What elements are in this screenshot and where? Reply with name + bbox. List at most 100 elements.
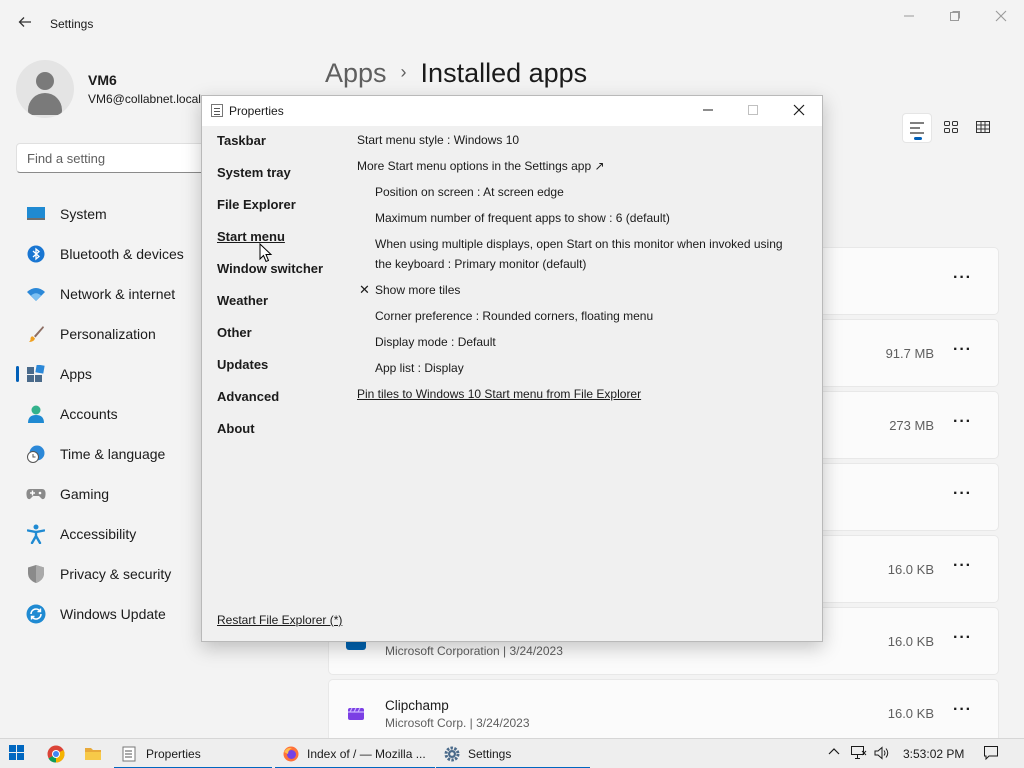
shield-icon (26, 564, 46, 584)
file-explorer-icon[interactable] (84, 745, 102, 763)
bluetooth-icon (26, 244, 46, 264)
time-language-icon (26, 444, 46, 464)
settings-gear-icon (444, 746, 460, 762)
start-menu-options: Start menu style : Windows 10 More Start… (357, 130, 802, 410)
taskbar-item-properties[interactable]: Properties (114, 739, 272, 768)
back-arrow-icon[interactable] (14, 14, 36, 36)
sidebar-item-bluetooth[interactable]: Bluetooth & devices (16, 234, 206, 274)
tab-file-explorer[interactable]: File Explorer (217, 196, 323, 228)
more-options-button[interactable]: ··· (953, 269, 972, 287)
more-options-button[interactable]: ··· (953, 341, 972, 359)
app-size: 273 MB (889, 418, 934, 433)
gamepad-icon (26, 484, 46, 504)
tab-system-tray[interactable]: System tray (217, 164, 323, 196)
breadcrumb: Apps › Installed apps (325, 58, 587, 89)
sidebar-item-system[interactable]: System (16, 194, 206, 234)
avatar (16, 60, 74, 118)
app-size: 16.0 KB (887, 706, 934, 721)
option-start-menu-style[interactable]: Start menu style : Windows 10 (357, 130, 802, 150)
option-app-list[interactable]: App list : Display (357, 358, 802, 378)
more-options-button[interactable]: ··· (953, 413, 972, 431)
app-meta: Microsoft Corporation | 3/24/2023 (385, 644, 563, 658)
sidebar-item-network[interactable]: Network & internet (16, 274, 206, 314)
sidebar-item-label: Privacy & security (60, 566, 172, 582)
breadcrumb-parent[interactable]: Apps (325, 58, 387, 88)
more-options-button[interactable]: ··· (953, 629, 972, 647)
pin-tiles-link[interactable]: Pin tiles to Windows 10 Start menu from … (357, 384, 802, 404)
tab-updates[interactable]: Updates (217, 356, 323, 388)
start-button[interactable] (9, 745, 25, 761)
system-icon (26, 204, 46, 224)
tab-window-switcher[interactable]: Window switcher (217, 260, 323, 292)
sidebar-item-accessibility[interactable]: Accessibility (16, 514, 206, 554)
tab-about[interactable]: About (217, 420, 323, 452)
app-size: 16.0 KB (887, 562, 934, 577)
checkmark-icon: ✕ (359, 282, 370, 297)
taskbar-item-settings[interactable]: Settings (436, 739, 590, 768)
properties-titlebar: Properties (202, 96, 822, 126)
sidebar-item-windows-update[interactable]: Windows Update (16, 594, 206, 634)
sidebar-item-label: Windows Update (60, 606, 166, 622)
chevron-up-icon[interactable] (828, 746, 840, 761)
network-tray-icon[interactable] (851, 746, 867, 763)
properties-icon (122, 746, 138, 762)
tab-weather[interactable]: Weather (217, 292, 323, 324)
tab-advanced[interactable]: Advanced (217, 388, 323, 420)
tab-other[interactable]: Other (217, 324, 323, 356)
option-multiple-displays[interactable]: When using multiple displays, open Start… (357, 234, 802, 274)
option-show-more-tiles[interactable]: ✕ Show more tiles (357, 280, 802, 300)
profile-email: VM6@collabnet.local (88, 92, 201, 106)
tab-taskbar[interactable]: Taskbar (217, 132, 323, 164)
breadcrumb-separator: › (400, 62, 407, 82)
search-placeholder: Find a setting (27, 151, 106, 166)
sidebar-item-personalization[interactable]: Personalization (16, 314, 206, 354)
sidebar-item-time-language[interactable]: Time & language (16, 434, 206, 474)
properties-dialog: Properties Taskbar System tray File Expl… (201, 95, 823, 642)
grid-view-icon[interactable] (968, 113, 998, 143)
maximize-button (738, 101, 768, 121)
settings-sidebar: System Bluetooth & devices Network & int… (16, 194, 206, 634)
sidebar-item-label: Bluetooth & devices (60, 246, 184, 262)
app-name: Clipchamp (385, 698, 449, 713)
option-corner-preference[interactable]: Corner preference : Rounded corners, flo… (357, 306, 802, 326)
chrome-icon[interactable] (47, 745, 65, 763)
volume-icon[interactable] (874, 746, 890, 763)
sidebar-item-privacy[interactable]: Privacy & security (16, 554, 206, 594)
more-options-button[interactable]: ··· (953, 485, 972, 503)
taskbar-item-firefox[interactable]: Index of / — Mozilla ... (275, 739, 435, 768)
more-options-button[interactable]: ··· (953, 557, 972, 575)
sidebar-item-gaming[interactable]: Gaming (16, 474, 206, 514)
sidebar-item-label: Accessibility (60, 526, 137, 542)
taskbar-item-label: Index of / — Mozilla ... (307, 747, 426, 761)
option-display-mode[interactable]: Display mode : Default (357, 332, 802, 352)
minimize-button[interactable] (894, 8, 924, 28)
close-button[interactable] (986, 8, 1016, 28)
update-icon (26, 604, 46, 624)
tile-view-icon[interactable] (936, 113, 966, 143)
firefox-icon (283, 746, 299, 762)
maximize-button[interactable] (940, 8, 970, 28)
notifications-icon[interactable] (984, 746, 998, 763)
sidebar-item-accounts[interactable]: Accounts (16, 394, 206, 434)
brush-icon (26, 324, 46, 344)
option-label: Show more tiles (375, 283, 461, 297)
restart-file-explorer-link[interactable]: Restart File Explorer (*) (217, 613, 342, 627)
search-input[interactable]: Find a setting (16, 143, 216, 173)
more-options-button[interactable]: ··· (953, 701, 972, 719)
properties-icon (211, 104, 223, 117)
apps-icon (26, 364, 46, 384)
app-size: 91.7 MB (885, 346, 934, 361)
option-position-on-screen[interactable]: Position on screen : At screen edge (357, 182, 802, 202)
minimize-button[interactable] (693, 101, 723, 121)
option-more-start-menu-options[interactable]: More Start menu options in the Settings … (357, 156, 802, 176)
sidebar-item-apps[interactable]: Apps (16, 354, 206, 394)
sidebar-item-label: System (60, 206, 107, 222)
close-button[interactable] (784, 101, 814, 121)
list-view-icon[interactable] (902, 113, 932, 143)
taskbar-clock[interactable]: 3:53:02 PM (903, 747, 964, 761)
option-max-frequent-apps[interactable]: Maximum number of frequent apps to show … (357, 208, 802, 228)
profile-name: VM6 (88, 72, 117, 88)
mouse-cursor-icon (259, 243, 273, 263)
properties-nav: Taskbar System tray File Explorer Start … (217, 132, 323, 452)
app-title: Settings (50, 17, 94, 31)
